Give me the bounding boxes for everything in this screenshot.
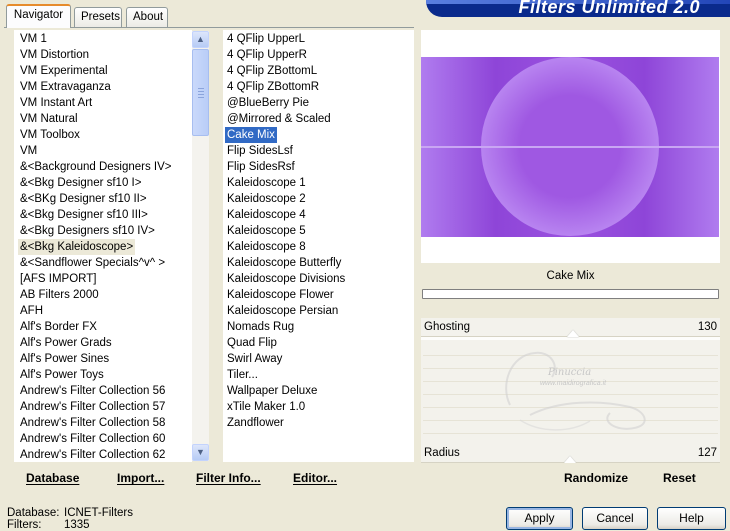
radius-label: Radius	[424, 447, 460, 459]
list-item[interactable]: Kaleidoscope 8	[225, 239, 308, 255]
list-item[interactable]: &<Bkg Designer sf10 I>	[18, 175, 143, 191]
list-item[interactable]: 4 QFlip ZBottomL	[225, 63, 319, 79]
editor-button[interactable]: Editor...	[293, 471, 337, 485]
list-item[interactable]: &<Bkg Designer sf10 III>	[18, 207, 150, 223]
list-item[interactable]: VM	[18, 143, 39, 159]
list-item[interactable]: VM Toolbox	[18, 127, 82, 143]
filters-status-value: 1335	[64, 519, 90, 531]
radius-value: 127	[697, 447, 717, 459]
ghosting-label: Ghosting	[424, 321, 471, 333]
list-item[interactable]: 4 QFlip ZBottomR	[225, 79, 321, 95]
randomize-button[interactable]: Randomize	[564, 471, 628, 485]
list-item[interactable]: Andrew's Filter Collection 57	[18, 399, 167, 415]
title-banner: Filters Unlimited 2.0	[426, 0, 730, 17]
import-button[interactable]: Import...	[117, 471, 164, 485]
preview-panel	[421, 30, 720, 263]
list-item[interactable]: Kaleidoscope 5	[225, 223, 308, 239]
watermark-subtext: www.maidirografica.it	[540, 380, 607, 387]
list-item[interactable]: VM Experimental	[18, 63, 110, 79]
list-item[interactable]: @Mirrored & Scaled	[225, 111, 333, 127]
filters-status-label: Filters:	[7, 519, 42, 531]
list-item[interactable]: &<Sandflower Specials^v^ >	[18, 255, 167, 271]
database-status-value: ICNET-Filters	[64, 507, 133, 519]
reset-button[interactable]: Reset	[663, 471, 696, 485]
list-item[interactable]: xTile Maker 1.0	[225, 399, 307, 415]
list-item[interactable]: VM Extravaganza	[18, 79, 113, 95]
list-item[interactable]: Kaleidoscope Divisions	[225, 271, 347, 287]
scroll-down-button[interactable]: ▼	[192, 444, 209, 461]
list-item[interactable]: Flip SidesLsf	[225, 143, 295, 159]
list-item[interactable]: &<Background Designers IV>	[18, 159, 174, 175]
list-item[interactable]: Flip SidesRsf	[225, 159, 297, 175]
list-item[interactable]: Kaleidoscope Persian	[225, 303, 340, 319]
list-item[interactable]: Tiler...	[225, 367, 260, 383]
list-item[interactable]: Andrew's Filter Collection 56	[18, 383, 167, 399]
tab-presets[interactable]: Presets	[74, 7, 122, 27]
list-item[interactable]: VM 1	[18, 31, 49, 47]
list-item[interactable]: &<BKg Designer sf10 II>	[18, 191, 149, 207]
filter-info-button[interactable]: Filter Info...	[196, 471, 261, 485]
list-item[interactable]: Zandflower	[225, 415, 286, 431]
list-item[interactable]: Andrew's Filter Collection 62	[18, 447, 167, 462]
apply-button[interactable]: Apply	[506, 507, 573, 530]
list-item[interactable]: Alf's Power Toys	[18, 367, 106, 383]
list-item[interactable]: Alf's Border FX	[18, 319, 99, 335]
list-item[interactable]: 4 QFlip UpperR	[225, 47, 309, 63]
database-button[interactable]: Database	[26, 471, 79, 485]
list-item[interactable]: Nomads Rug	[225, 319, 296, 335]
ghosting-slider-thumb[interactable]	[567, 330, 579, 337]
window-title: Filters Unlimited 2.0	[518, 0, 700, 17]
list-item[interactable]: Swirl Away	[225, 351, 284, 367]
help-button[interactable]: Help	[657, 507, 726, 530]
category-scrollbar[interactable]: ▲ ▼	[192, 31, 209, 461]
progress-bar	[422, 289, 719, 299]
list-item[interactable]: Alf's Power Sines	[18, 351, 111, 367]
list-item[interactable]: Kaleidoscope 1	[225, 175, 308, 191]
tab-navigator[interactable]: Navigator	[6, 4, 71, 28]
list-item[interactable]: Kaleidoscope Butterfly	[225, 255, 343, 271]
category-list[interactable]: VM 1 VM Distortion VM Experimental VM Extra…	[14, 30, 192, 462]
list-item[interactable]: Alf's Power Grads	[18, 335, 114, 351]
list-item[interactable]: Quad Flip	[225, 335, 279, 351]
list-item[interactable]: Kaleidoscope 4	[225, 207, 308, 223]
watermark-logo	[505, 351, 646, 431]
list-item[interactable]: &<Bkg Kaleidoscope>	[18, 239, 136, 255]
chevron-up-icon: ▲	[196, 34, 205, 44]
database-status-label: Database:	[7, 507, 60, 519]
list-item[interactable]: AB Filters 2000	[18, 287, 101, 303]
list-item[interactable]: Andrew's Filter Collection 60	[18, 431, 167, 447]
list-item[interactable]: 4 QFlip UpperL	[225, 31, 307, 47]
list-item[interactable]: @BlueBerry Pie	[225, 95, 311, 111]
filter-list[interactable]: 4 QFlip UpperL 4 QFlip UpperR 4 QFlip ZBot…	[223, 30, 414, 462]
list-item[interactable]: Cake Mix	[225, 127, 277, 143]
scroll-up-button[interactable]: ▲	[192, 31, 209, 48]
selected-filter-name: Cake Mix	[421, 265, 720, 287]
list-item[interactable]: Kaleidoscope Flower	[225, 287, 336, 303]
list-item[interactable]: Kaleidoscope 2	[225, 191, 308, 207]
list-item[interactable]: Wallpaper Deluxe	[225, 383, 319, 399]
scroll-thumb[interactable]	[192, 49, 209, 136]
ghosting-value: 130	[697, 321, 717, 333]
list-item[interactable]: &<Bkg Designers sf10 IV>	[18, 223, 157, 239]
cancel-button[interactable]: Cancel	[582, 507, 648, 530]
list-item[interactable]: [AFS IMPORT]	[18, 271, 98, 287]
watermark-text: Pinuccia	[548, 367, 592, 378]
list-item[interactable]: AFH	[18, 303, 45, 319]
radius-slider-thumb[interactable]	[564, 456, 576, 463]
preview-image	[421, 57, 719, 237]
chevron-down-icon: ▼	[196, 447, 205, 457]
list-item[interactable]: Andrew's Filter Collection 58	[18, 415, 167, 431]
list-item[interactable]: VM Instant Art	[18, 95, 94, 111]
tab-about[interactable]: About	[126, 7, 168, 27]
list-item[interactable]: VM Natural	[18, 111, 80, 127]
list-item[interactable]: VM Distortion	[18, 47, 91, 63]
